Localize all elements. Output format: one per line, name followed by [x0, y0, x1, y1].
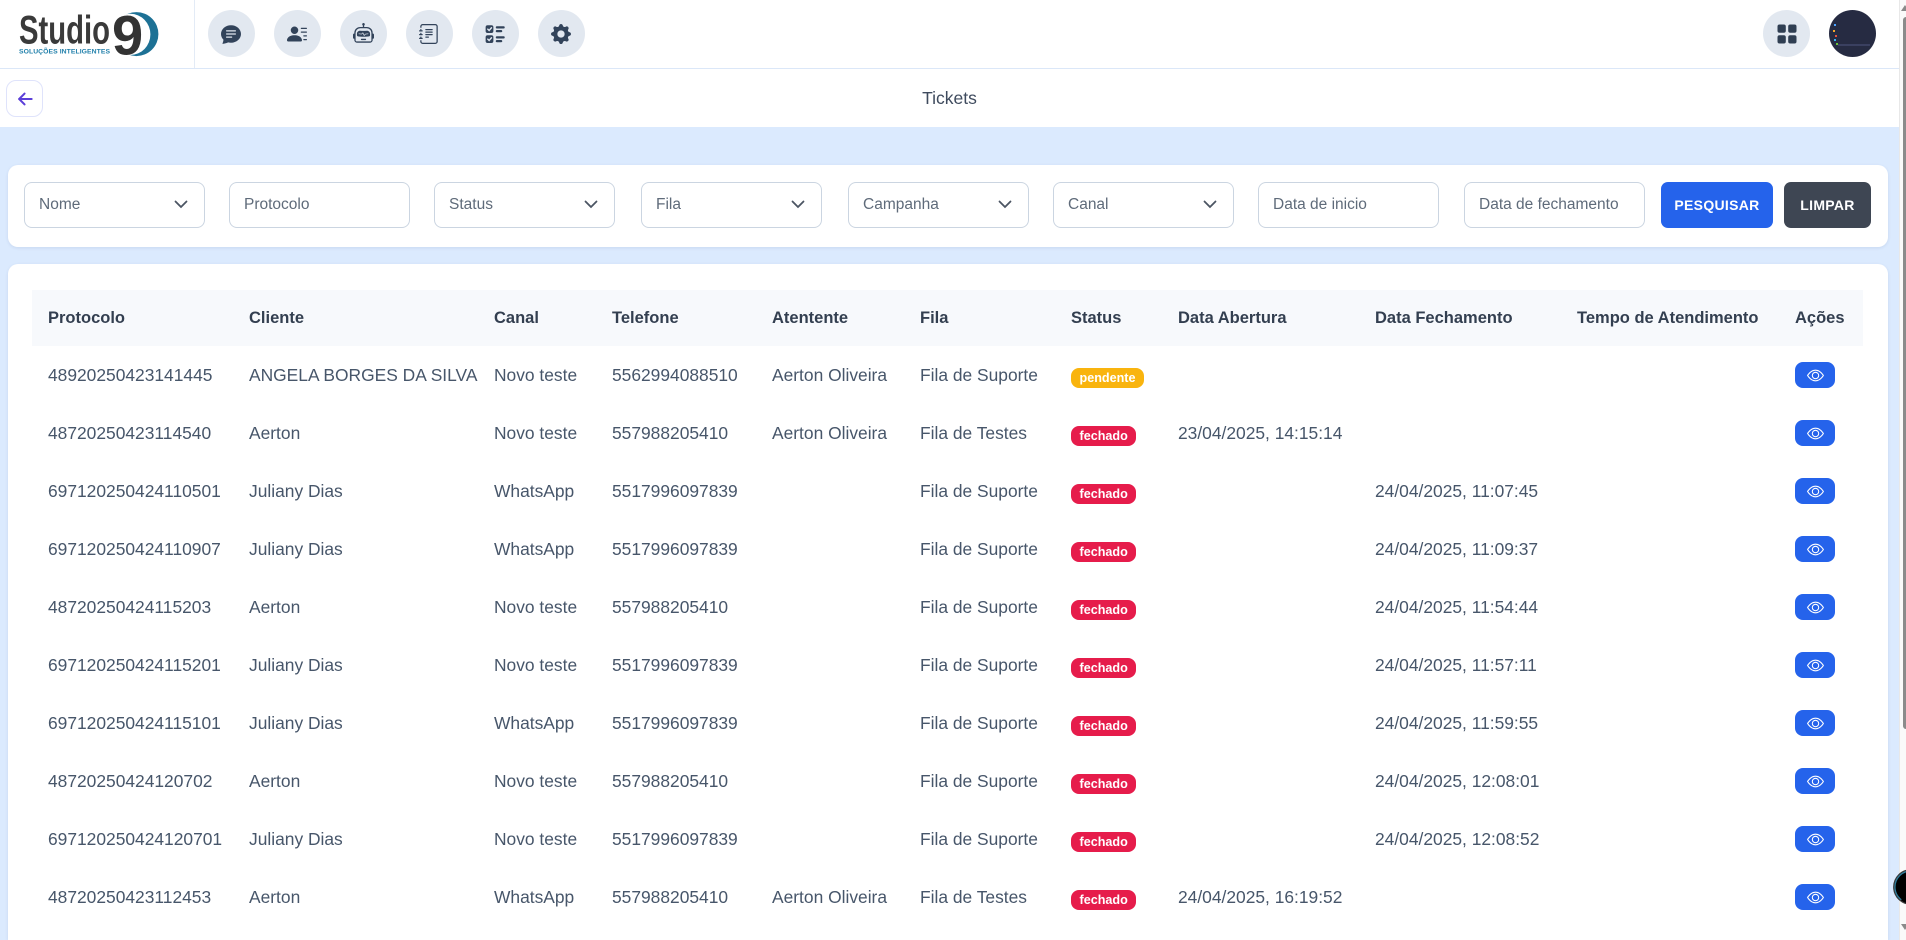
svg-text:Studio: Studio: [19, 9, 110, 53]
svg-text:SOLUÇÕES INTELIGENTES: SOLUÇÕES INTELIGENTES: [19, 47, 110, 56]
svg-text:9: 9: [112, 9, 143, 61]
